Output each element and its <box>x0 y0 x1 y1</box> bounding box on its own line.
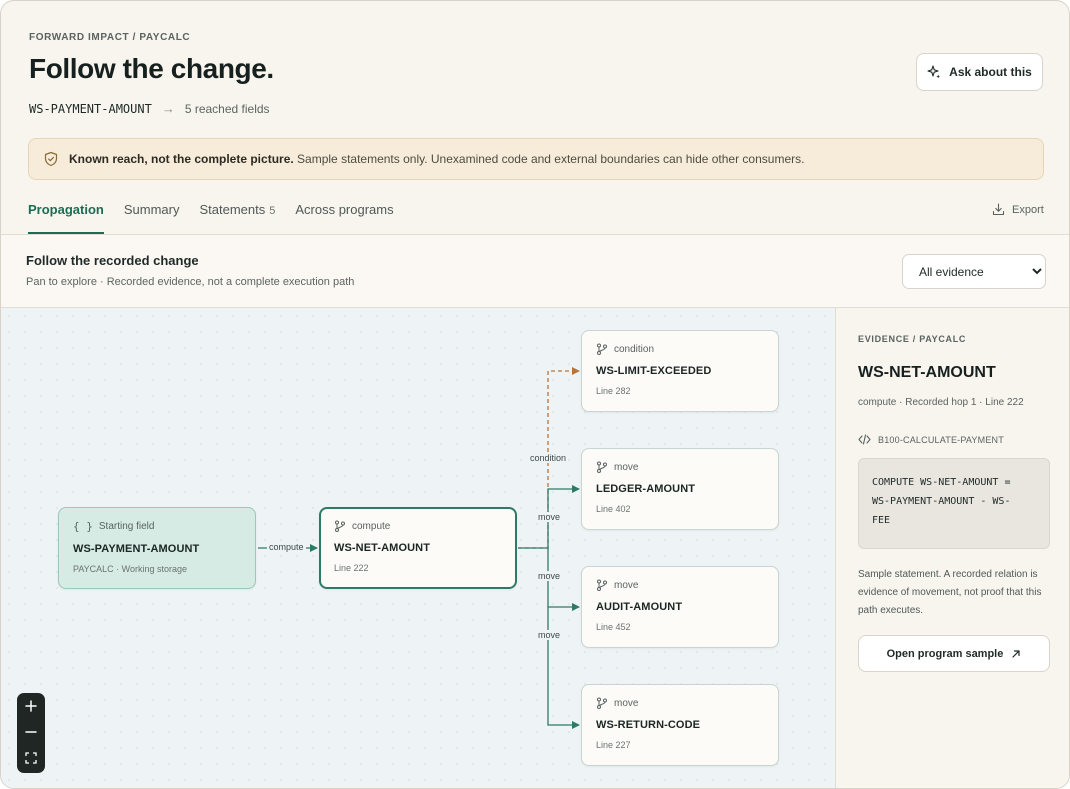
node-ledger-amount[interactable]: move LEDGER-AMOUNT Line 402 <box>581 448 779 530</box>
node-meta: Line 227 <box>596 740 631 750</box>
tab-statements[interactable]: Statements 5 <box>199 202 275 234</box>
code-sample: COMPUTE WS-NET-AMOUNT = WS-PAYMENT-AMOUN… <box>858 458 1050 549</box>
minus-icon <box>25 731 37 733</box>
source-field: WS-PAYMENT-AMOUNT <box>29 101 152 116</box>
open-label: Open program sample <box>886 647 1004 660</box>
node-kind: move <box>596 579 764 591</box>
paragraph-name: B100-CALCULATE-PAYMENT <box>858 434 1004 445</box>
paragraph-label: B100-CALCULATE-PAYMENT <box>878 434 1004 445</box>
reached-count: 5 reached fields <box>184 101 270 116</box>
evidence-note: Sample statement. A recorded relation is… <box>858 569 1042 616</box>
notice-strong: Known reach, not the complete picture. <box>69 152 294 166</box>
node-meta: Line 222 <box>334 563 369 573</box>
arrow-right-icon: → <box>161 101 175 116</box>
ask-about-this-button[interactable]: Ask about this <box>916 53 1043 91</box>
tab-bar: Propagation Summary Statements 5 Across p… <box>28 202 394 234</box>
tab-label: Propagation <box>28 202 104 217</box>
edge-label-move: move <box>536 571 563 581</box>
fit-view-button[interactable] <box>17 745 45 771</box>
code-icon <box>858 434 871 445</box>
tab-across-programs[interactable]: Across programs <box>295 202 393 234</box>
tab-label: Statements <box>199 202 266 217</box>
arrow-up-right-icon <box>1012 649 1020 658</box>
node-kind: { } Starting field <box>73 520 241 533</box>
node-name: WS-NET-AMOUNT <box>334 542 431 554</box>
section-header: Follow the recorded change Pan to explor… <box>1 235 1069 308</box>
source-summary: WS-PAYMENT-AMOUNT → 5 reached fields <box>29 101 270 116</box>
notice-detail: Sample statements only. Unexamined code … <box>297 152 805 166</box>
edge-label-condition: condition <box>528 453 569 463</box>
node-meta: PAYCALC · Working storage <box>73 564 188 574</box>
node-kind-label: Starting field <box>98 521 155 532</box>
tab-propagation[interactable]: Propagation <box>28 202 104 234</box>
panel-breadcrumb: EVIDENCE / PAYCALC <box>858 334 967 344</box>
open-program-sample-button[interactable]: Open program sample <box>858 635 1050 672</box>
node-name: LEDGER-AMOUNT <box>596 483 696 495</box>
code-line: FEE <box>872 515 891 526</box>
node-kind-label: move <box>614 697 639 709</box>
zoom-controls <box>17 693 45 773</box>
code-line: WS-PAYMENT-AMOUNT - WS- <box>872 496 1011 507</box>
edge-move-return <box>547 607 580 729</box>
export-label: Export <box>1012 203 1044 216</box>
plus-icon <box>25 700 37 712</box>
ask-label: Ask about this <box>949 65 1032 79</box>
export-button[interactable]: Export <box>992 203 1044 216</box>
app-window: FORWARD IMPACT / PAYCALC Follow the chan… <box>0 0 1070 789</box>
node-kind-label: condition <box>614 343 655 355</box>
evidence-panel: EVIDENCE / PAYCALC WS-NET-AMOUNT compute… <box>835 308 1069 788</box>
node-kind-label: move <box>614 579 639 591</box>
node-audit-amount[interactable]: move AUDIT-AMOUNT Line 452 <box>581 566 779 648</box>
node-kind: move <box>596 697 764 709</box>
sparkle-icon <box>927 65 941 79</box>
node-meta: Line 282 <box>596 386 631 396</box>
node-kind-label: move <box>614 461 639 473</box>
fullscreen-icon <box>25 752 37 764</box>
panel-title: WS-NET-AMOUNT <box>858 364 996 381</box>
git-branch-icon <box>335 520 345 532</box>
download-icon <box>992 203 1005 216</box>
breadcrumb: FORWARD IMPACT / PAYCALC <box>29 32 191 43</box>
node-ws-return-code[interactable]: move WS-RETURN-CODE Line 227 <box>581 684 779 766</box>
node-name: WS-LIMIT-EXCEEDED <box>596 365 712 377</box>
node-kind: compute <box>334 520 502 532</box>
git-branch-icon <box>597 461 607 473</box>
tab-count: 5 <box>269 205 276 217</box>
node-kind: move <box>596 461 764 473</box>
tab-summary[interactable]: Summary <box>124 202 180 234</box>
git-branch-icon <box>597 579 607 591</box>
code-line: COMPUTE WS-NET-AMOUNT = <box>872 477 1011 488</box>
node-kind-label: compute <box>352 520 391 532</box>
notice-text: Known reach, not the complete picture. S… <box>69 152 804 166</box>
node-name: WS-RETURN-CODE <box>596 719 701 731</box>
node-kind: condition <box>596 343 764 355</box>
reach-notice: Known reach, not the complete picture. S… <box>28 138 1044 180</box>
section-title: Follow the recorded change <box>26 253 199 268</box>
braces-icon: { } <box>73 520 93 533</box>
node-name: AUDIT-AMOUNT <box>596 601 683 613</box>
node-start-field[interactable]: { } Starting field WS-PAYMENT-AMOUNT PAY… <box>58 507 256 589</box>
node-name: WS-PAYMENT-AMOUNT <box>73 543 200 555</box>
edge-label-move: move <box>536 630 563 640</box>
tab-label: Across programs <box>295 202 394 217</box>
node-meta: Line 402 <box>596 504 631 514</box>
git-branch-icon <box>597 697 607 709</box>
git-branch-icon <box>597 343 607 355</box>
node-ws-limit-exceeded[interactable]: condition WS-LIMIT-EXCEEDED Line 282 <box>581 330 779 412</box>
section-subtitle: Pan to explore · Recorded evidence, not … <box>26 276 355 288</box>
zoom-in-button[interactable] <box>17 693 45 719</box>
tab-label: Summary <box>123 202 180 217</box>
node-ws-net-amount[interactable]: compute WS-NET-AMOUNT Line 222 <box>319 507 517 589</box>
propagation-canvas[interactable]: compute condition move move move { } Sta… <box>1 308 835 788</box>
shield-check-icon <box>44 151 58 167</box>
edge-label-move: move <box>536 512 563 522</box>
node-meta: Line 452 <box>596 622 631 632</box>
edge-label-compute: compute <box>267 542 306 552</box>
panel-meta: compute · Recorded hop 1 · Line 222 <box>858 397 1024 408</box>
page-title: Follow the change. <box>29 53 274 84</box>
zoom-out-button[interactable] <box>17 719 45 745</box>
evidence-filter-select[interactable]: All evidence <box>902 254 1046 289</box>
